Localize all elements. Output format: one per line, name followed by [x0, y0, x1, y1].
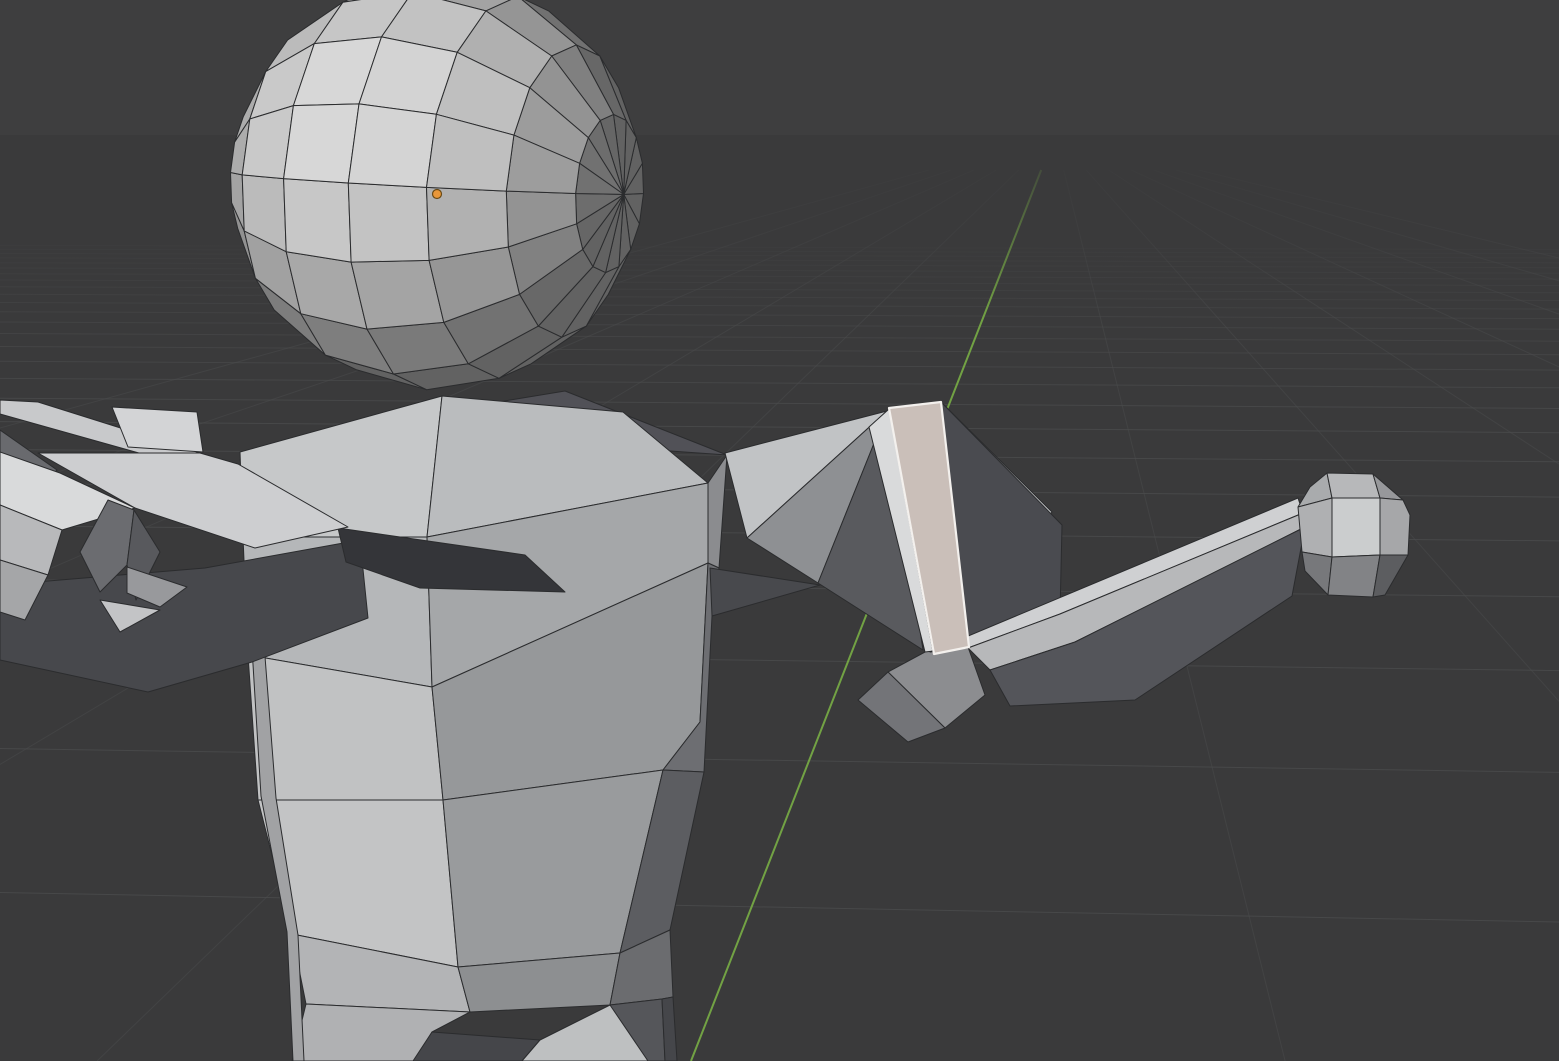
- fist-bottom[interactable]: [1328, 555, 1380, 597]
- fist-left[interactable]: [1298, 498, 1332, 557]
- head-face[interactable]: [348, 104, 436, 187]
- fist-center[interactable]: [1332, 498, 1380, 557]
- viewport-canvas[interactable]: [0, 0, 1559, 1061]
- head-face[interactable]: [284, 104, 359, 183]
- origin-dot: [433, 190, 442, 199]
- head-face[interactable]: [284, 179, 352, 263]
- object-origin-dot: [433, 190, 442, 199]
- head-face[interactable]: [351, 260, 444, 329]
- head-face[interactable]: [348, 183, 429, 262]
- blender-3d-viewport[interactable]: [0, 0, 1559, 1061]
- background-upper: [0, 0, 1559, 135]
- right-fist[interactable]: [1298, 473, 1410, 597]
- fist-right[interactable]: [1380, 498, 1410, 555]
- fist-top[interactable]: [1327, 473, 1380, 498]
